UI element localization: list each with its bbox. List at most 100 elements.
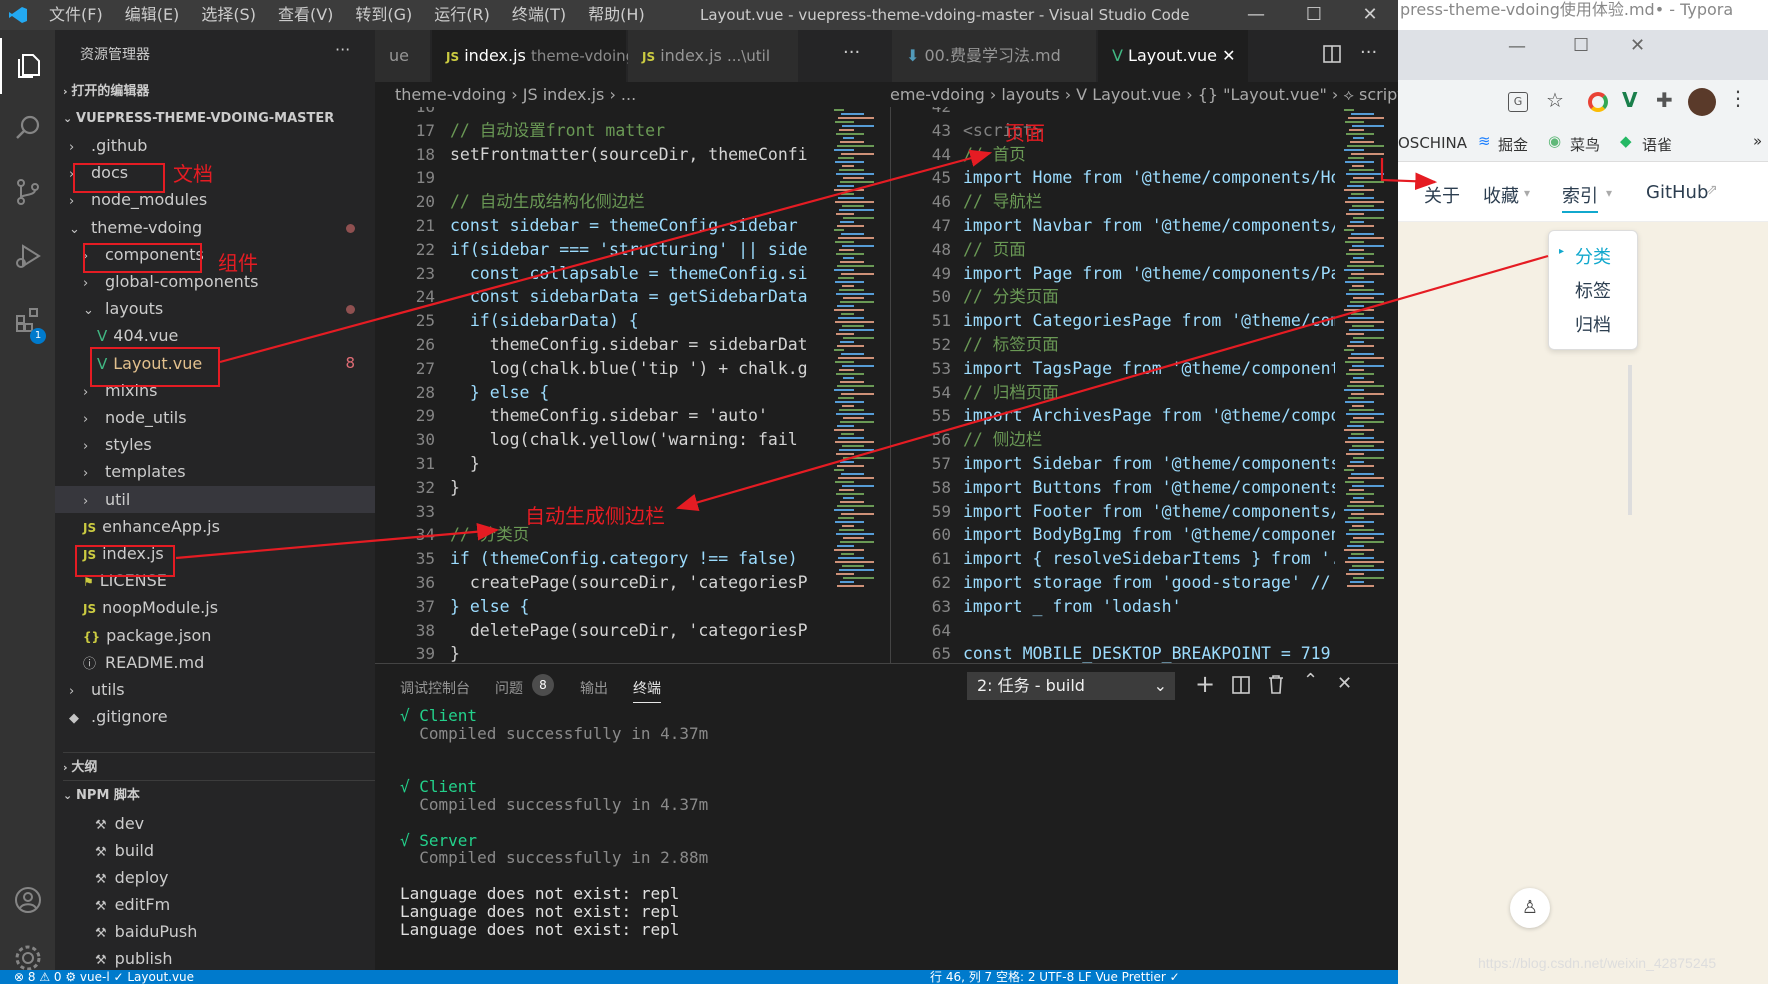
tree-item[interactable]: › utils (55, 676, 375, 703)
code-line[interactable]: const collapsable = themeConfig.si (450, 262, 808, 286)
code-line[interactable]: import Buttons from '@theme/components (963, 476, 1335, 500)
nav-about[interactable]: 关于 (1424, 182, 1460, 208)
code-line[interactable]: // 自动设置front matter (450, 119, 665, 143)
menu-edit[interactable]: 编辑(E) (114, 0, 191, 30)
tree-item[interactable]: JS enhanceApp.js (55, 513, 375, 540)
code-line[interactable]: log(chalk.yellow('warning: fail (450, 428, 798, 452)
code-line[interactable]: // 首页 (963, 143, 1026, 167)
breadcrumb-left[interactable]: theme-vdoing › JS index.js › ... (395, 82, 875, 107)
code-line[interactable]: log(chalk.blue('tip ') + chalk.g (450, 357, 808, 381)
tree-item[interactable]: JS noopModule.js (55, 594, 375, 621)
code-line[interactable]: createPage(sourceDir, 'categoriesP (450, 571, 808, 595)
chrome-extension-icon[interactable] (1588, 92, 1608, 112)
code-line[interactable]: import Footer from '@theme/components/ (963, 500, 1335, 524)
menu-run[interactable]: 运行(R) (423, 0, 501, 30)
code-line[interactable]: themeConfig.sidebar = 'auto' (450, 404, 768, 428)
explorer-icon[interactable] (0, 38, 55, 94)
code-line[interactable]: // 归档页面 (963, 381, 1059, 405)
maximize-panel-icon[interactable]: ⌃ (1303, 670, 1318, 691)
menu-view[interactable]: 查看(V) (267, 0, 344, 30)
code-line[interactable]: if(sidebarData) { (450, 309, 639, 333)
minimize-icon[interactable]: — (1508, 36, 1526, 57)
split-terminal-icon[interactable] (1232, 676, 1250, 698)
theme-toggle-button[interactable]: ♙ (1510, 888, 1550, 928)
menu-file[interactable]: 文件(F) (38, 0, 114, 30)
tab-index-js-theme[interactable]: JS index.js theme-vdoing ✕ (432, 30, 654, 82)
bookmark-runoob[interactable]: 菜鸟 (1570, 134, 1600, 155)
code-line[interactable]: // 导航栏 (963, 190, 1042, 214)
code-line[interactable]: const MOBILE_DESKTOP_BREAKPOINT = 719 (963, 642, 1331, 663)
split-editor-icon[interactable] (1322, 44, 1342, 68)
workspace-section[interactable]: ⌄ VUEPRESS-THEME-VDOING-MASTER (63, 104, 383, 134)
more-actions-icon[interactable]: ··· (335, 40, 350, 59)
code-line[interactable]: import CategoriesPage from '@theme/com (963, 309, 1335, 333)
nav-github[interactable]: GitHub (1646, 182, 1708, 203)
npm-script-item[interactable]: ⚒ build (55, 837, 375, 864)
tab-terminal[interactable]: 终端 (633, 678, 661, 703)
code-line[interactable]: } else { (450, 381, 549, 405)
npm-script-item[interactable]: ⚒ publish (55, 945, 375, 972)
source-control-icon[interactable] (0, 164, 55, 220)
code-line[interactable]: // 分类页面 (963, 285, 1059, 309)
code-line[interactable]: import ArchivesPage from '@theme/compo (963, 404, 1335, 428)
bookmark-juejin[interactable]: 掘金 (1498, 134, 1528, 155)
bookmark-yuque[interactable]: 语雀 (1642, 134, 1672, 155)
menu-help[interactable]: 帮助(H) (577, 0, 656, 30)
code-line[interactable]: // 页面 (963, 238, 1026, 262)
close-tab-icon[interactable]: ✕ (1222, 46, 1235, 65)
code-line[interactable]: } else { (450, 595, 529, 619)
tree-item[interactable]: ⓘ README.md (55, 649, 375, 676)
status-left[interactable]: ⊗ 8 ⚠ 0 ⚙ vue-l ✓ Layout.vue (14, 970, 194, 984)
tab-debug-console[interactable]: 调试控制台 (400, 678, 470, 698)
tree-item[interactable]: › .github (55, 132, 375, 159)
trash-icon[interactable] (1268, 674, 1284, 698)
menu-selection[interactable]: 选择(S) (190, 0, 267, 30)
vue-devtools-icon[interactable]: V (1622, 88, 1637, 112)
editor-more-icon[interactable]: ··· (843, 42, 860, 63)
code-line[interactable]: // 自动生成结构化侧边栏 (450, 190, 645, 214)
code-line[interactable]: import { resolveSidebarItems } from '. (963, 547, 1335, 571)
close-window-button[interactable]: ✕ (1342, 0, 1398, 30)
new-terminal-icon[interactable]: + (1195, 670, 1215, 698)
code-line[interactable]: if(sidebar === 'structuring' || side (450, 238, 808, 262)
extensions-puzzle-icon[interactable]: ✚ (1656, 88, 1673, 112)
maximize-button[interactable]: ☐ (1286, 0, 1342, 30)
tree-item[interactable]: ⌄ theme-vdoing (55, 214, 375, 241)
close-icon[interactable]: ✕ (1630, 35, 1645, 56)
code-line[interactable]: import Home from '@theme/components/Ho (963, 166, 1335, 190)
breadcrumb-right[interactable]: eme-vdoing › layouts › V Layout.vue › {}… (890, 82, 1398, 107)
code-line[interactable]: import Sidebar from '@theme/components (963, 452, 1335, 476)
open-editors-section[interactable]: › 打开的编辑器 (63, 77, 383, 107)
terminal-select[interactable]: 2: 任务 - build ⌄ (967, 672, 1175, 700)
npm-script-item[interactable]: ⚒ dev (55, 810, 375, 837)
code-editor-left[interactable]: 1617 // 自动设置front matter 18 setFrontmatter(… (375, 107, 830, 663)
dropdown-item-tags[interactable]: 标签 (1575, 277, 1611, 303)
tree-item[interactable]: › util (55, 485, 375, 513)
tab-output[interactable]: 输出 (580, 678, 608, 698)
code-line[interactable]: deletePage(sourceDir, 'categoriesP (450, 619, 808, 643)
tree-item[interactable]: ◆ .gitignore (55, 703, 375, 730)
bookmark-star-icon[interactable]: ☆ (1546, 88, 1564, 112)
npm-script-item[interactable]: ⚒ baiduPush (55, 918, 375, 945)
npm-script-item[interactable]: ⚒ editFm (55, 891, 375, 918)
maximize-icon[interactable]: ☐ (1573, 35, 1589, 56)
code-line[interactable]: import Navbar from '@theme/components/ (963, 214, 1335, 238)
run-debug-icon[interactable] (0, 228, 55, 284)
code-line[interactable]: import Page from '@theme/components/Pa (963, 262, 1335, 286)
code-line[interactable]: const sidebarData = getSidebarData (450, 285, 808, 309)
translate-icon[interactable]: G (1508, 92, 1528, 112)
code-line[interactable]: const sidebar = themeConfig.sidebar (450, 214, 798, 238)
browser-menu-icon[interactable]: ⋮ (1728, 86, 1748, 110)
code-line[interactable]: // 标签页面 (963, 333, 1059, 357)
tree-item[interactable]: ⌄ layouts (55, 295, 375, 322)
code-line[interactable]: import _ from 'lodash' (963, 595, 1182, 619)
nav-favorites[interactable]: 收藏 (1483, 182, 1519, 208)
menu-terminal[interactable]: 终端(T) (501, 0, 577, 30)
tree-item[interactable]: V 404.vue (55, 322, 375, 349)
scrollbar[interactable] (1628, 365, 1632, 515)
bookmark-oschina[interactable]: OSCHINA (1398, 134, 1467, 152)
code-line[interactable]: if (themeConfig.category !== false) (450, 547, 798, 571)
minimap-left[interactable] (830, 107, 880, 663)
tab-index-js-util[interactable]: JS index.js ...\util (628, 30, 798, 82)
code-line[interactable]: // 侧边栏 (963, 428, 1042, 452)
